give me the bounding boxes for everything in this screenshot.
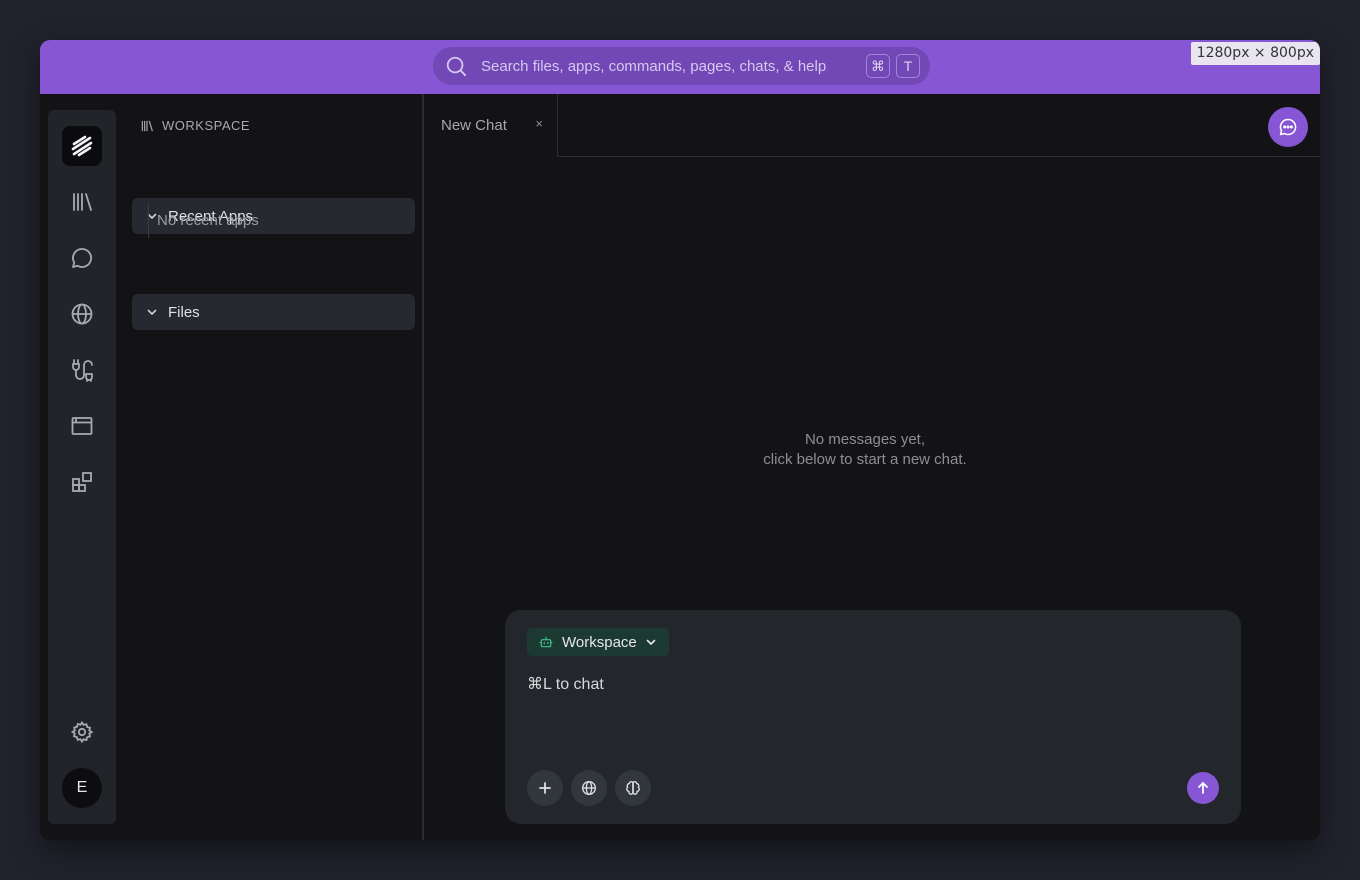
recent-apps-empty: No recent apps: [148, 204, 259, 238]
tab-bar-divider: [558, 156, 1320, 157]
globe-icon: [71, 303, 93, 325]
shortcut-key-cmd: ⌘: [866, 54, 890, 78]
tab-close-icon[interactable]: ×: [535, 116, 543, 131]
browser-window-icon: [71, 417, 93, 435]
empty-chat-message: No messages yet, click below to start a …: [426, 430, 1304, 470]
tab-label: New Chat: [441, 117, 507, 134]
brain-icon: [626, 781, 640, 795]
send-button[interactable]: [1187, 772, 1219, 804]
plus-icon: [539, 782, 551, 794]
app-window: Search files, apps, commands, pages, cha…: [40, 40, 1320, 840]
globe-icon: [582, 781, 596, 795]
nav-library-button[interactable]: [62, 182, 102, 222]
settings-button[interactable]: [62, 712, 102, 752]
user-avatar[interactable]: E: [62, 768, 102, 808]
chat-dots-icon: [1279, 118, 1297, 136]
chevron-down-icon: [147, 309, 157, 315]
logo-button[interactable]: [62, 126, 102, 166]
workspace-panel: WORKSPACE Recent Apps No recent apps Fil…: [124, 94, 424, 840]
arrow-up-icon: [1198, 782, 1208, 794]
web-search-button[interactable]: [571, 770, 607, 806]
viewport-size-badge: 1280px × 800px: [1190, 42, 1320, 65]
nav-chat-button[interactable]: [62, 238, 102, 278]
tab-new-chat[interactable]: New Chat ×: [426, 94, 558, 157]
plug-icon: [72, 359, 93, 382]
add-attachment-button[interactable]: [527, 770, 563, 806]
files-label: Files: [168, 303, 200, 321]
nav-widgets-button[interactable]: [62, 462, 102, 502]
chat-icon: [72, 248, 92, 268]
search-bar[interactable]: Search files, apps, commands, pages, cha…: [433, 47, 930, 85]
chevron-down-icon: [646, 639, 656, 645]
search-icon: [446, 56, 467, 77]
workspace-header-label: WORKSPACE: [162, 118, 251, 133]
chat-input[interactable]: ⌘L to chat: [527, 674, 604, 694]
chat-toggle-button[interactable]: [1268, 107, 1308, 147]
workspace-mode-label: Workspace: [562, 633, 637, 651]
library-icon: [73, 193, 92, 211]
nav-rail: E: [48, 110, 116, 824]
workspace-header: WORKSPACE: [140, 118, 250, 133]
logo-icon: [71, 135, 93, 157]
search-placeholder[interactable]: Search files, apps, commands, pages, cha…: [481, 58, 860, 75]
workspace-mode-dropdown[interactable]: Workspace: [527, 628, 669, 656]
library-icon: [141, 120, 153, 131]
chat-composer: Workspace ⌘L to chat: [505, 610, 1241, 824]
reasoning-button[interactable]: [615, 770, 651, 806]
top-bar: Search files, apps, commands, pages, cha…: [40, 40, 1320, 94]
nav-web-button[interactable]: [62, 294, 102, 334]
widgets-icon: [72, 472, 92, 492]
empty-chat-line-2: click below to start a new chat.: [763, 451, 967, 468]
nav-integrations-button[interactable]: [62, 350, 102, 390]
shortcut-key-t: T: [896, 54, 920, 78]
nav-browser-button[interactable]: [62, 406, 102, 446]
main-area: New Chat × No messages yet, click below …: [426, 94, 1320, 840]
files-section-toggle[interactable]: Files: [132, 294, 415, 330]
robot-icon: [539, 636, 553, 648]
empty-chat-line-1: No messages yet,: [804, 431, 926, 448]
settings-icon: [70, 720, 94, 744]
